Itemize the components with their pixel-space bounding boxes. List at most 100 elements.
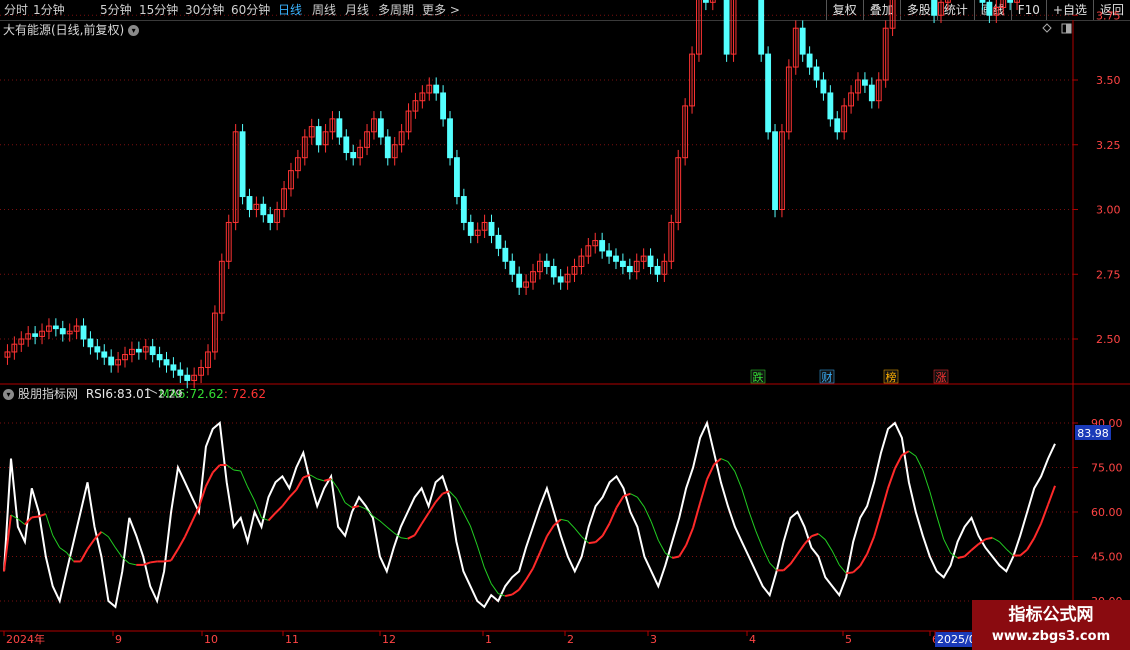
current-value-text: 83.98 (1077, 427, 1109, 440)
date-axis-label: 10 (204, 633, 218, 646)
candle-body (260, 203, 267, 216)
ma6-segment (1026, 537, 1036, 551)
ma6-segment (191, 506, 200, 523)
ma6-segment (922, 469, 931, 492)
candle-body (654, 265, 661, 275)
ma6-segment (873, 512, 882, 538)
indicator-axis-label: 75.00 (1091, 462, 1123, 475)
candle-body (447, 118, 453, 159)
watermark-line2: www.zbgs3.com (991, 629, 1111, 644)
date-axis-label: 3 (650, 633, 657, 646)
candle-body (80, 325, 87, 340)
ma6-segment (880, 487, 889, 514)
indicator-axis-label: 45.00 (1091, 551, 1123, 564)
candle-body (156, 354, 163, 361)
ma6-segment (720, 458, 729, 463)
candle-body (87, 338, 94, 348)
ma6-segment (212, 464, 221, 474)
ma6-segment (755, 530, 764, 549)
candle-body (979, 0, 986, 3)
ma6-segment (936, 515, 945, 540)
candle-body (177, 369, 184, 376)
ma6-segment (295, 476, 305, 491)
candle-body (267, 214, 274, 223)
ma6-segment (400, 537, 408, 540)
ma6-segment (267, 512, 277, 522)
ma6-segment (608, 507, 618, 524)
candle-body (606, 250, 612, 257)
candle-body (799, 27, 806, 55)
ma6-segment (838, 564, 847, 574)
date-axis-label: 2024年 (6, 632, 45, 646)
candle-body (488, 221, 495, 236)
ma6-segment (434, 493, 444, 503)
ma6-segment (365, 508, 374, 517)
candle-body (163, 359, 170, 366)
ma6-segment (601, 522, 611, 537)
ma6-segment (525, 567, 534, 581)
ma6-segment (17, 518, 26, 525)
date-axis-label: 9 (115, 633, 122, 646)
ma6-segment (636, 496, 645, 508)
ma6-segment (101, 531, 109, 538)
candle-body (931, 0, 937, 16)
candle-body (550, 265, 557, 278)
ma6-segment (407, 534, 416, 540)
candle-body (149, 346, 156, 356)
ma6-segment (734, 471, 743, 489)
ma6-segment (727, 461, 736, 472)
candle-body (723, 0, 730, 55)
candle-body (986, 1, 993, 16)
candle-body (758, 0, 765, 55)
ma6-segment (1040, 504, 1050, 524)
candle-body (32, 333, 39, 337)
ma6-segment (240, 470, 249, 487)
price-axis-label: 3.75 (1096, 9, 1121, 22)
ma6-segment (615, 495, 625, 509)
candle-body (108, 356, 115, 366)
candlestick-series: 4.802.29 (4, 0, 1020, 400)
ma6-segment (546, 524, 555, 537)
ma6-segment (413, 523, 423, 536)
ma6-segment (824, 539, 833, 552)
ma6-segment (129, 562, 137, 566)
ma6-segment (811, 532, 819, 538)
ma6-segment (782, 563, 792, 572)
date-axis-label: 5 (845, 633, 852, 646)
ma6-segment (992, 537, 1000, 543)
ma6-segment (762, 547, 771, 564)
ma6-segment (86, 538, 96, 550)
candle-body (557, 276, 564, 283)
candle-body (184, 374, 191, 381)
ma6-segment (107, 536, 116, 548)
ma6-segment (970, 543, 980, 551)
ma6-segment (476, 545, 485, 568)
date-axis-label: 1 (485, 633, 492, 646)
event-marker-text: 财 (822, 370, 833, 384)
chart-canvas[interactable]: 4.802.29 4.504.254.003.753.503.253.002.7… (0, 0, 1130, 650)
candle-body (170, 364, 177, 371)
event-marker-text: 榜 (886, 370, 897, 384)
candle-body (619, 260, 626, 267)
ma6-segment (574, 527, 583, 538)
ma6-segment (518, 579, 527, 591)
ma6-segment (52, 534, 61, 548)
candle-body (336, 118, 343, 138)
candle-body (495, 234, 502, 249)
ma6-segment (59, 547, 67, 553)
low-price-label: 2.29 (158, 387, 183, 400)
candle-body (433, 84, 440, 94)
candle-body (467, 221, 474, 236)
ma6-segment (344, 502, 353, 508)
ma6-segment (184, 521, 193, 538)
diamond-icon[interactable] (1042, 23, 1052, 33)
candle-body (502, 247, 509, 262)
ma6-segment (204, 471, 214, 487)
candle-body (702, 0, 709, 3)
ma6-segment (337, 488, 346, 503)
ma6-segment (310, 474, 318, 480)
candle-body (1007, 0, 1014, 3)
panel-toggle-icon[interactable] (1061, 23, 1072, 34)
candle-body (820, 79, 827, 94)
candle-body (626, 265, 633, 273)
